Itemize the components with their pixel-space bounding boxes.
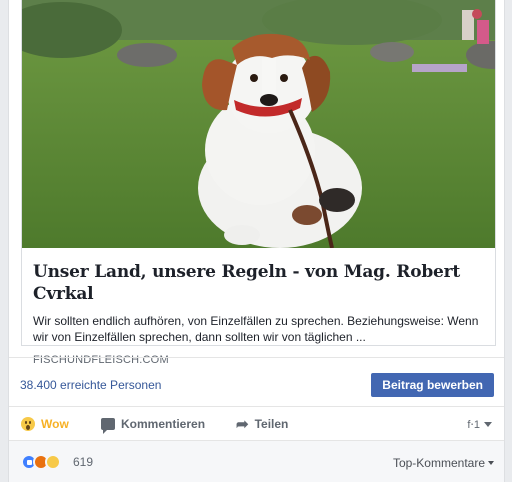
link-description: Wir sollten endlich aufhören, von Einzel…: [33, 314, 479, 344]
wow-reaction-button[interactable]: Wow: [21, 407, 69, 441]
comment-button[interactable]: Kommentieren: [101, 407, 205, 441]
wow-label: Wow: [41, 417, 69, 431]
reach-bar: 38.400 erreichte Personen Beitrag bewerb…: [9, 357, 504, 407]
page-selector-label: f⋅1: [467, 418, 480, 431]
comment-sort-dropdown[interactable]: Top-Kommentare: [393, 456, 494, 470]
dog-photo: [22, 0, 495, 248]
link-title[interactable]: Unser Land, unsere Regeln - von Mag. Rob…: [33, 261, 488, 305]
share-label: Teilen: [254, 417, 289, 431]
page-selector[interactable]: f⋅1: [467, 407, 492, 441]
reaction-icons[interactable]: [21, 454, 61, 470]
reactions-footer: 619 Top-Kommentare: [9, 441, 504, 482]
action-bar: Wow Kommentieren ➦ Teilen f⋅1: [9, 407, 504, 441]
post-card: Unser Land, unsere Regeln - von Mag. Rob…: [8, 0, 505, 482]
link-text[interactable]: Unser Land, unsere Regeln - von Mag. Rob…: [33, 261, 488, 366]
link-preview[interactable]: Unser Land, unsere Regeln - von Mag. Rob…: [21, 0, 496, 366]
comment-label: Kommentieren: [121, 417, 206, 431]
comment-icon: [101, 418, 115, 434]
chevron-down-icon: [484, 421, 492, 427]
comment-sort-label: Top-Kommentare: [392, 456, 485, 470]
reach-count[interactable]: 38.400 erreichte Personen: [20, 378, 161, 392]
boost-post-button[interactable]: Beitrag bewerben: [371, 373, 494, 397]
wow-icon: [21, 417, 35, 431]
sad-icon: [45, 454, 61, 470]
reaction-count[interactable]: 619: [73, 455, 93, 469]
link-image[interactable]: [22, 0, 495, 248]
chevron-down-icon: [488, 461, 494, 465]
share-icon: ➦: [236, 415, 249, 433]
share-button[interactable]: ➦ Teilen: [236, 407, 288, 441]
